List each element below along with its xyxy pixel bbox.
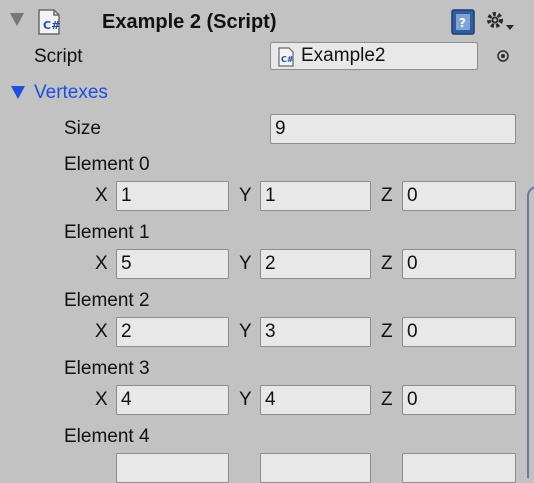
element-1-z-field[interactable] <box>402 249 516 279</box>
script-object-field[interactable]: C# Example2 <box>270 42 478 70</box>
element-4-y-field[interactable] <box>260 453 371 483</box>
size-label: Size <box>64 118 101 139</box>
element-1-x-label: X <box>95 253 108 274</box>
element-1-z-label: Z <box>381 253 393 274</box>
element-3-label: Element 3 <box>64 358 150 379</box>
element-2-y-label: Y <box>239 321 252 342</box>
size-field[interactable] <box>270 114 516 144</box>
element-1-label: Element 1 <box>64 222 150 243</box>
component-title: Example 2 (Script) <box>102 11 277 33</box>
element-1-y-label: Y <box>239 253 252 274</box>
csharp-script-icon: C# <box>36 8 62 36</box>
element-0-y-label: Y <box>239 185 252 206</box>
element-1-x-field[interactable] <box>116 249 229 279</box>
element-2-x-field[interactable] <box>116 317 229 347</box>
element-3-x-field[interactable] <box>116 385 229 415</box>
element-3-y-field[interactable] <box>260 385 371 415</box>
vertexes-foldout-arrow[interactable] <box>11 86 25 99</box>
script-field-icon: C# <box>277 47 295 67</box>
element-2-x-label: X <box>95 321 108 342</box>
scrollbar-track[interactable] <box>527 186 534 478</box>
element-0-x-label: X <box>95 185 108 206</box>
object-picker-icon[interactable] <box>496 49 510 63</box>
element-2-z-label: Z <box>381 321 393 342</box>
script-field-value: Example2 <box>301 45 386 66</box>
element-3-z-label: Z <box>381 389 393 410</box>
script-label: Script <box>34 46 83 67</box>
element-4-z-field[interactable] <box>402 453 516 483</box>
element-2-y-field[interactable] <box>260 317 371 347</box>
element-2-z-field[interactable] <box>402 317 516 347</box>
svg-text:C#: C# <box>43 19 60 32</box>
element-4-x-field[interactable] <box>116 453 229 483</box>
svg-text:?: ? <box>459 16 466 30</box>
component-foldout-arrow[interactable] <box>10 13 24 26</box>
element-1-y-field[interactable] <box>260 249 371 279</box>
element-2-label: Element 2 <box>64 290 150 311</box>
svg-text:C#: C# <box>281 55 294 64</box>
element-3-z-field[interactable] <box>402 385 516 415</box>
element-3-x-label: X <box>95 389 108 410</box>
element-0-label: Element 0 <box>64 154 150 175</box>
vertexes-label[interactable]: Vertexes <box>34 81 108 105</box>
gear-icon[interactable] <box>484 9 516 35</box>
help-book-icon[interactable]: ? <box>450 8 476 36</box>
element-4-label: Element 4 <box>64 426 150 447</box>
element-0-z-label: Z <box>381 185 393 206</box>
element-0-x-field[interactable] <box>116 181 229 211</box>
element-0-z-field[interactable] <box>402 181 516 211</box>
element-0-y-field[interactable] <box>260 181 371 211</box>
element-3-y-label: Y <box>239 389 252 410</box>
